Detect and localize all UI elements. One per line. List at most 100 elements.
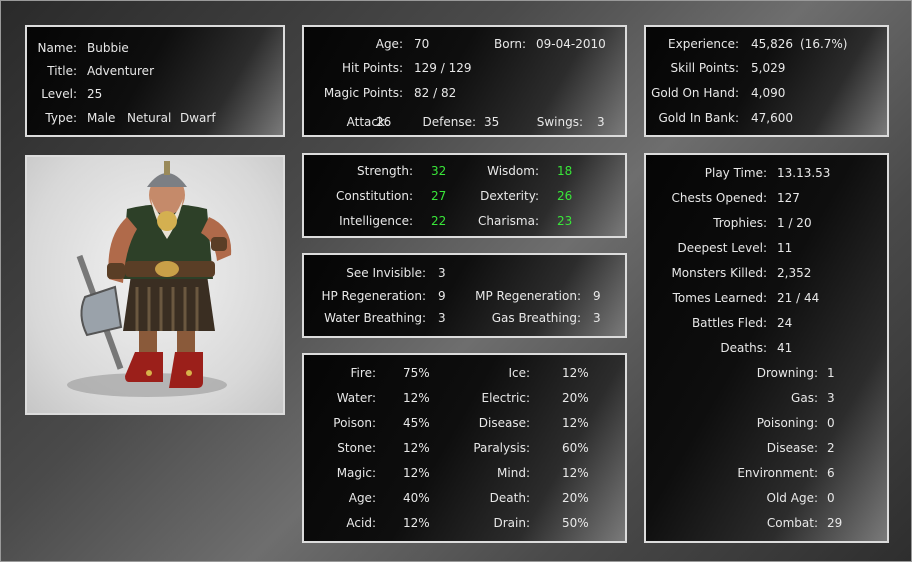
see-invisible-value: 3 bbox=[438, 266, 446, 280]
strength-label: Strength: bbox=[357, 164, 413, 178]
strength-value: 32 bbox=[431, 164, 447, 178]
resist-value: 12% bbox=[562, 366, 589, 380]
resist-label: Drain: bbox=[493, 516, 530, 530]
resist-label: Poison: bbox=[333, 416, 376, 430]
resist-value: 12% bbox=[562, 416, 589, 430]
resist-label: Age: bbox=[348, 491, 376, 505]
gender-value: Male bbox=[87, 111, 116, 125]
resist-label: Mind: bbox=[497, 466, 530, 480]
dwarf-portrait-image bbox=[67, 161, 232, 397]
resist-value: 20% bbox=[562, 391, 589, 405]
hp-regen-label: HP Regeneration: bbox=[321, 289, 426, 303]
charisma-label: Charisma: bbox=[478, 214, 539, 228]
gold-on-hand-value: 4,090 bbox=[751, 86, 786, 100]
death-cause-label: Combat: bbox=[766, 516, 818, 530]
experience-gold-panel: Experience: 45,826 (16.7%) Skill Points:… bbox=[644, 25, 889, 137]
swings-value: 3 bbox=[597, 115, 605, 129]
resist-label: Fire: bbox=[350, 366, 376, 380]
resist-value: 60% bbox=[562, 441, 589, 455]
hp-label: Hit Points: bbox=[342, 61, 403, 75]
hp-regen-value: 9 bbox=[438, 289, 446, 303]
stat-label: Deaths: bbox=[720, 341, 767, 355]
resist-value: 12% bbox=[403, 466, 430, 480]
resist-value: 45% bbox=[403, 416, 430, 430]
stat-value: 1 / 20 bbox=[777, 216, 812, 230]
gas-breathing-value: 3 bbox=[593, 311, 601, 325]
gas-breathing-label: Gas Breathing: bbox=[491, 311, 581, 325]
resist-label: Acid: bbox=[346, 516, 376, 530]
character-sheet: Name: Bubbie Title: Adventurer Level: 25… bbox=[0, 0, 912, 562]
resist-label: Disease: bbox=[478, 416, 530, 430]
stat-value: 21 / 44 bbox=[777, 291, 820, 305]
resistances-panel: Fire: 75% Water: 12% Poison: 45% Stone: … bbox=[302, 353, 627, 543]
gold-in-bank-value: 47,600 bbox=[751, 111, 793, 125]
attack-value: 26 bbox=[376, 115, 392, 129]
race-value: Dwarf bbox=[180, 111, 216, 125]
resist-label: Death: bbox=[489, 491, 530, 505]
resist-value: 20% bbox=[562, 491, 589, 505]
resist-label: Electric: bbox=[481, 391, 530, 405]
born-label: Born: bbox=[494, 37, 526, 51]
name-label: Name: bbox=[37, 41, 77, 55]
resist-value: 75% bbox=[403, 366, 430, 380]
resist-value: 12% bbox=[403, 516, 430, 530]
resist-label: Stone: bbox=[337, 441, 376, 455]
statistics-panel: Play Time: 13.13.53 Chests Opened: 127 T… bbox=[644, 153, 889, 543]
death-cause-label: Disease: bbox=[766, 441, 818, 455]
wisdom-value: 18 bbox=[557, 164, 573, 178]
constitution-label: Constitution: bbox=[336, 189, 413, 203]
resist-label: Ice: bbox=[508, 366, 530, 380]
dexterity-label: Dexterity: bbox=[480, 189, 539, 203]
mp-value: 82 / 82 bbox=[414, 86, 457, 100]
level-label: Level: bbox=[41, 87, 77, 101]
stat-label: Tomes Learned: bbox=[672, 291, 767, 305]
resist-value: 50% bbox=[562, 516, 589, 530]
see-invisible-label: See Invisible: bbox=[346, 266, 426, 280]
death-cause-value: 2 bbox=[827, 441, 835, 455]
water-breathing-value: 3 bbox=[438, 311, 446, 325]
resist-value: 12% bbox=[562, 466, 589, 480]
wisdom-label: Wisdom: bbox=[487, 164, 539, 178]
stat-label: Chests Opened: bbox=[671, 191, 767, 205]
intelligence-value: 22 bbox=[431, 214, 447, 228]
stat-value: 11 bbox=[777, 241, 793, 255]
stat-value: 127 bbox=[777, 191, 800, 205]
stat-value: 13.13.53 bbox=[777, 166, 831, 180]
death-cause-label: Poisoning: bbox=[756, 416, 818, 430]
experience-percent: (16.7%) bbox=[800, 37, 848, 51]
stat-value: 2,352 bbox=[777, 266, 812, 280]
born-value: 09-04-2010 bbox=[536, 37, 606, 51]
intelligence-label: Intelligence: bbox=[339, 214, 413, 228]
death-cause-label: Gas: bbox=[791, 391, 818, 405]
title-value: Adventurer bbox=[87, 64, 155, 78]
age-value: 70 bbox=[414, 37, 430, 51]
resist-value: 40% bbox=[403, 491, 430, 505]
death-cause-value: 0 bbox=[827, 491, 835, 505]
stat-label: Trophies: bbox=[713, 216, 767, 230]
water-breathing-label: Water Breathing: bbox=[324, 311, 426, 325]
mp-regen-label: MP Regeneration: bbox=[475, 289, 581, 303]
character-portrait bbox=[25, 155, 285, 415]
resist-label: Water: bbox=[336, 391, 376, 405]
alignment-value: Netural bbox=[127, 111, 172, 125]
name-value: Bubbie bbox=[87, 41, 129, 55]
hp-value: 129 / 129 bbox=[414, 61, 472, 75]
stat-label: Play Time: bbox=[704, 166, 767, 180]
stat-label: Deepest Level: bbox=[677, 241, 768, 255]
death-cause-value: 1 bbox=[827, 366, 835, 380]
defense-label: Defense: bbox=[422, 115, 476, 129]
skill-points-value: 5,029 bbox=[751, 61, 786, 75]
death-cause-value: 6 bbox=[827, 466, 835, 480]
stat-label: Battles Fled: bbox=[691, 316, 767, 330]
defense-value: 35 bbox=[484, 115, 500, 129]
stat-value: 41 bbox=[777, 341, 793, 355]
experience-label: Experience: bbox=[668, 37, 739, 51]
death-cause-label: Environment: bbox=[737, 466, 818, 480]
age-label: Age: bbox=[375, 37, 403, 51]
swings-label: Swings: bbox=[536, 115, 583, 129]
stat-label: Monsters Killed: bbox=[671, 266, 767, 280]
identity-panel: Name: Bubbie Title: Adventurer Level: 25… bbox=[25, 25, 285, 137]
charisma-value: 23 bbox=[557, 214, 573, 228]
resist-value: 12% bbox=[403, 391, 430, 405]
attributes-panel: Strength: 32 Wisdom: 18 Constitution: 27… bbox=[302, 153, 627, 238]
